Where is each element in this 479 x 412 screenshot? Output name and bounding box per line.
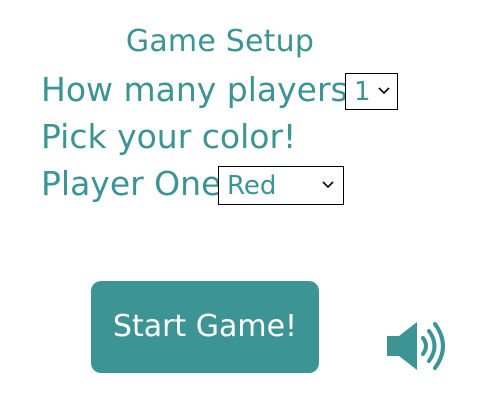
page-title: Game Setup bbox=[125, 24, 315, 59]
chevron-down-icon bbox=[378, 86, 390, 94]
players-select[interactable]: 1 bbox=[345, 73, 398, 110]
color-heading: Pick your color! bbox=[41, 117, 297, 156]
chevron-down-icon bbox=[322, 180, 334, 188]
player-one-color-value: Red bbox=[227, 171, 277, 201]
players-select-value: 1 bbox=[354, 77, 371, 107]
player-one-label: Player One bbox=[41, 164, 222, 203]
players-label: How many players? bbox=[41, 70, 366, 109]
start-game-button[interactable]: Start Game! bbox=[91, 281, 319, 373]
player-one-color-select[interactable]: Red bbox=[218, 166, 344, 205]
speaker-volume-icon[interactable] bbox=[385, 320, 449, 372]
